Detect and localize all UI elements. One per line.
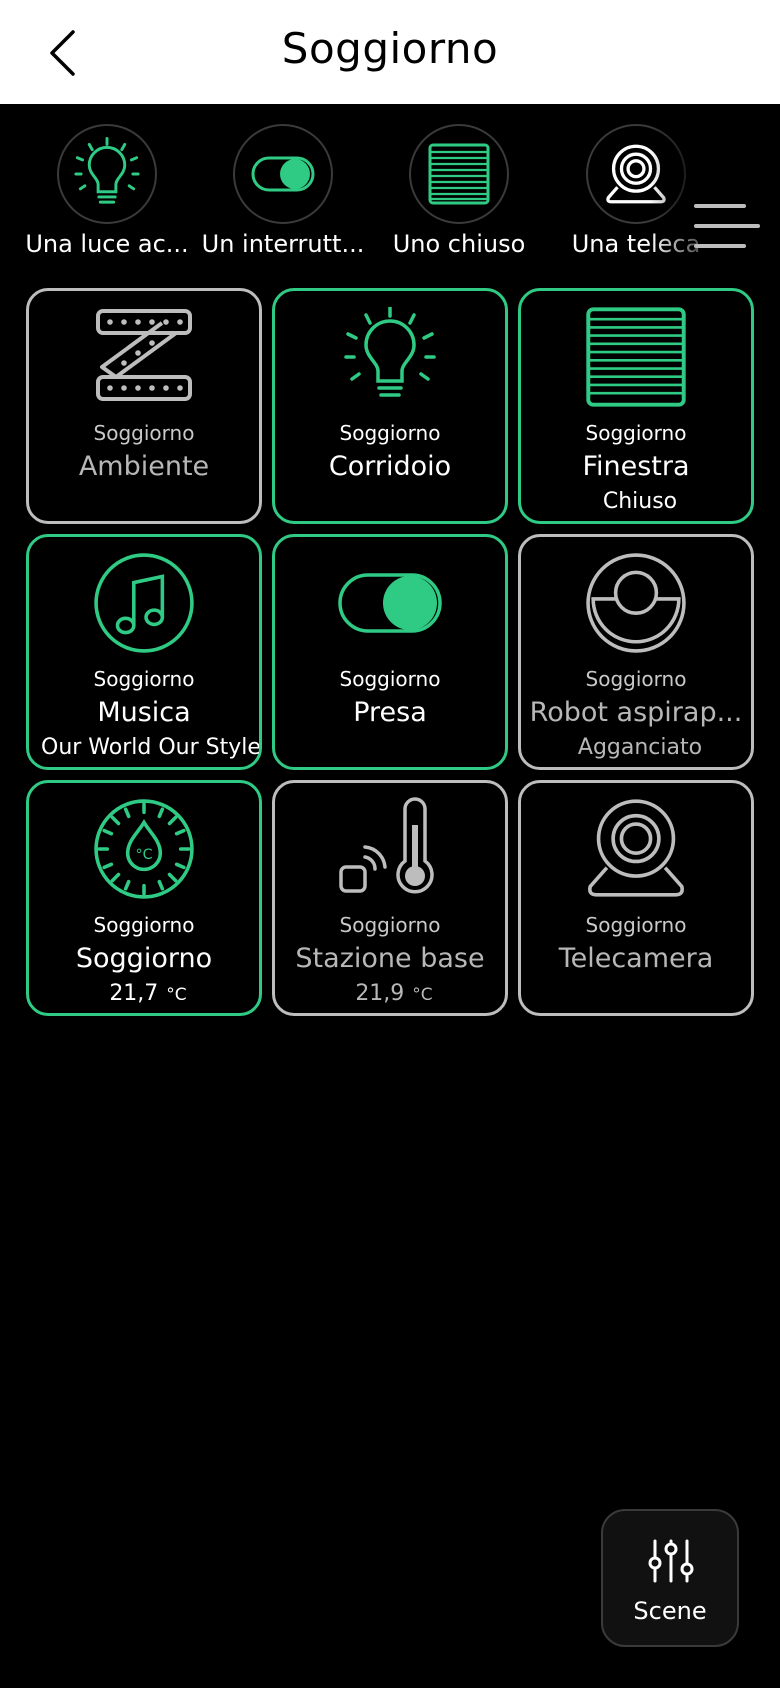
tile-robot-aspirapolvere[interactable]: Soggiorno Robot aspirap... Agganciato	[518, 534, 754, 770]
tile-status: 21,9 °C	[283, 981, 505, 1006]
temperature-unit: °C	[166, 985, 187, 1005]
toggle-icon	[251, 156, 315, 192]
tile-termostato-soggiorno[interactable]: °C Soggiorno Soggiorno 21,7 °C	[26, 780, 262, 1016]
tile-ambiente[interactable]: Soggiorno Ambiente	[26, 288, 262, 524]
temperature-value: 21,7	[109, 981, 159, 1006]
tile-finestra[interactable]: Soggiorno Finestra Chiuso	[518, 288, 754, 524]
tile-status: Our World Our Style	[41, 735, 259, 760]
device-summary-row: Una luce ac... Un interrutt... Uno chius…	[0, 104, 780, 274]
tile-status: 21,7 °C	[37, 981, 259, 1006]
blind-icon	[428, 143, 490, 205]
summary-switches-on[interactable]: Un interrutt...	[195, 124, 371, 258]
tile-musica[interactable]: Soggiorno Musica Our World Our Style	[26, 534, 262, 770]
summary-label: Un interrutt...	[201, 230, 365, 258]
sliders-icon	[648, 1539, 694, 1583]
header-bar: Soggiorno	[0, 0, 780, 104]
tile-corridoio[interactable]: Soggiorno Corridoio	[272, 288, 508, 524]
tile-room: Soggiorno	[339, 913, 441, 937]
thermometer-icon	[339, 797, 434, 894]
summary-label: Una luce ac...	[25, 230, 189, 258]
tile-name: Telecamera	[558, 943, 714, 974]
bulb-icon	[74, 137, 140, 204]
tile-name: Finestra	[582, 451, 690, 482]
tile-name: Corridoio	[328, 451, 452, 482]
svg-text:°C: °C	[135, 847, 152, 863]
tile-room: Soggiorno	[339, 667, 441, 691]
tile-room: Soggiorno	[339, 421, 441, 445]
scene-button-label: Scene	[633, 1597, 707, 1625]
summary-label: Uno chiuso	[392, 230, 526, 258]
tile-room: Soggiorno	[93, 913, 195, 937]
page-title: Soggiorno	[281, 24, 499, 73]
menu-button[interactable]	[690, 202, 762, 250]
tile-stazione-base[interactable]: Soggiorno Stazione base 21,9 °C	[272, 780, 508, 1016]
tile-telecamera[interactable]: Soggiorno Telecamera	[518, 780, 754, 1016]
tile-status: Agganciato	[577, 735, 703, 760]
tile-room: Soggiorno	[93, 421, 195, 445]
tile-room: Soggiorno	[585, 667, 687, 691]
tile-name: Ambiente	[78, 451, 210, 482]
tile-room: Soggiorno	[585, 913, 687, 937]
camera-icon	[588, 799, 684, 897]
tile-room: Soggiorno	[93, 667, 195, 691]
led-strip-icon	[96, 309, 192, 401]
temperature-value: 21,9	[355, 981, 405, 1006]
summary-lights-on[interactable]: Una luce ac...	[19, 124, 195, 258]
tile-presa[interactable]: Soggiorno Presa	[272, 534, 508, 770]
music-note-icon	[94, 553, 194, 653]
summary-blinds-closed[interactable]: Uno chiuso	[371, 124, 547, 258]
thermostat-icon: °C	[94, 799, 194, 899]
temperature-unit: °C	[412, 985, 433, 1005]
tile-name: Musica	[97, 697, 191, 728]
tile-name: Robot aspirap...	[529, 697, 743, 728]
tile-name: Soggiorno	[75, 943, 213, 974]
tile-name: Stazione base	[295, 943, 485, 974]
tile-name: Presa	[353, 697, 427, 728]
tile-status: Chiuso	[602, 489, 678, 514]
blind-icon	[586, 307, 686, 407]
hamburger-icon	[694, 204, 746, 208]
bulb-icon	[344, 307, 436, 397]
tile-room: Soggiorno	[585, 421, 687, 445]
robot-vacuum-icon	[586, 553, 686, 653]
scene-button[interactable]: Scene	[601, 1509, 739, 1647]
toggle-icon	[338, 573, 442, 633]
